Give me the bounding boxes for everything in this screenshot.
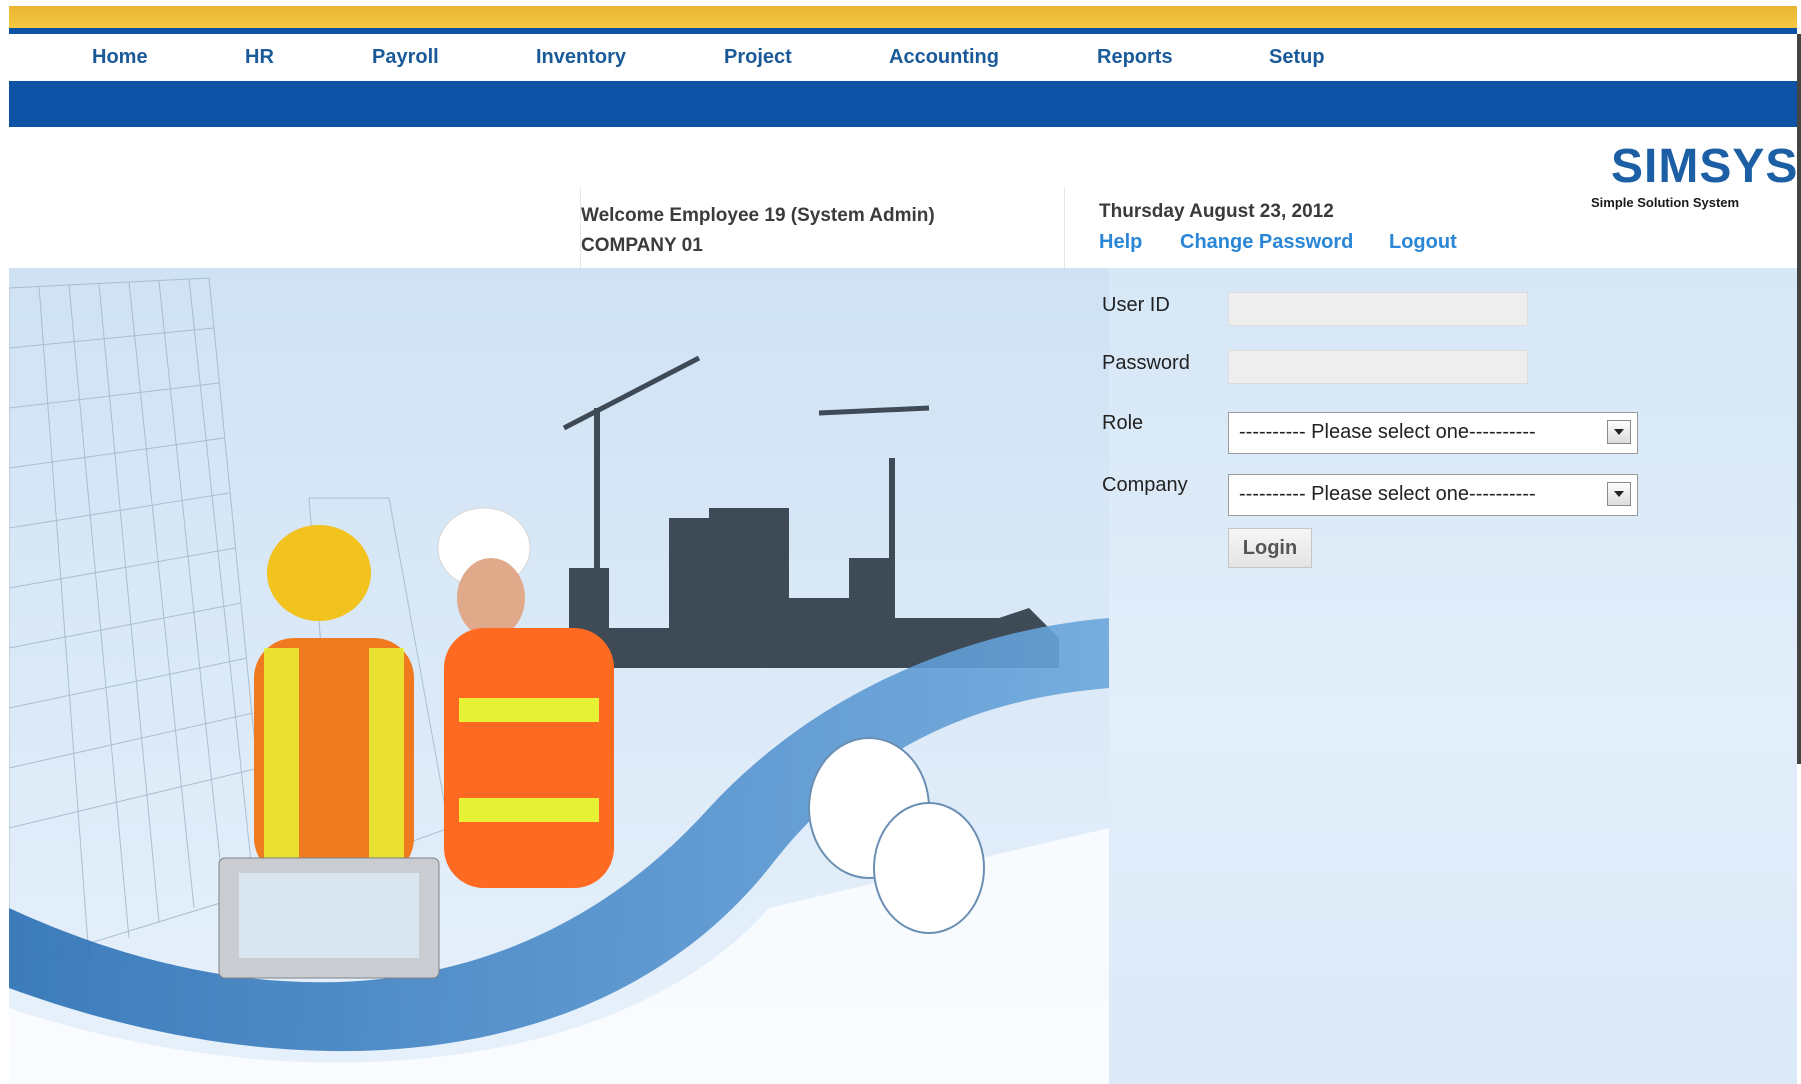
nav-setup[interactable]: Setup — [1269, 46, 1325, 69]
chevron-down-icon[interactable] — [1607, 482, 1631, 506]
construction-workers-illustration — [9, 268, 1109, 1084]
top-gold-stripe — [9, 6, 1797, 28]
header-area: Welcome Employee 19 (System Admin) COMPA… — [9, 127, 1797, 271]
nav-accounting[interactable]: Accounting — [889, 46, 999, 69]
nav-home[interactable]: Home — [92, 46, 148, 69]
company-select[interactable]: ---------- Please select one---------- — [1228, 474, 1638, 516]
logo-brand: SIMSYS — [1611, 140, 1799, 193]
login-button[interactable]: Login — [1228, 528, 1312, 568]
role-select[interactable]: ---------- Please select one---------- — [1228, 412, 1638, 454]
welcome-text: Welcome Employee 19 (System Admin) — [581, 205, 935, 226]
nav-hr[interactable]: HR — [245, 46, 274, 69]
change-password-link[interactable]: Change Password — [1180, 231, 1353, 254]
logo-tagline: Simple Solution System — [1591, 195, 1740, 210]
nav-payroll[interactable]: Payroll — [372, 46, 439, 69]
nav-reports[interactable]: Reports — [1097, 46, 1173, 69]
chevron-down-icon[interactable] — [1607, 420, 1631, 444]
nav-inventory[interactable]: Inventory — [536, 46, 626, 69]
nav-project[interactable]: Project — [724, 46, 792, 69]
blue-banner — [9, 81, 1797, 127]
page-frame: Home HR Payroll Inventory Project Accoun… — [9, 0, 1797, 1084]
company-label: Company — [1102, 474, 1188, 496]
company-name: COMPANY 01 — [581, 235, 703, 256]
help-link[interactable]: Help — [1099, 231, 1142, 254]
hero-area: User ID Password Role ---------- Please … — [9, 268, 1797, 1084]
main-nav: Home HR Payroll Inventory Project Accoun… — [9, 34, 1797, 81]
company-select-value: ---------- Please select one---------- — [1239, 483, 1536, 505]
header-divider — [1064, 187, 1065, 271]
welcome-block: Welcome Employee 19 (System Admin) COMPA… — [581, 201, 935, 261]
password-input[interactable] — [1228, 350, 1528, 384]
password-label: Password — [1102, 352, 1190, 374]
simsys-logo: SIMSYS Simple Solution System — [1591, 139, 1797, 219]
role-label: Role — [1102, 412, 1144, 434]
user-id-input[interactable] — [1228, 292, 1528, 326]
scrollbar[interactable] — [1797, 34, 1801, 764]
current-date: Thursday August 23, 2012 — [1099, 201, 1334, 222]
logout-link[interactable]: Logout — [1389, 231, 1457, 254]
user-id-label: User ID — [1102, 294, 1170, 316]
role-select-value: ---------- Please select one---------- — [1239, 421, 1536, 443]
